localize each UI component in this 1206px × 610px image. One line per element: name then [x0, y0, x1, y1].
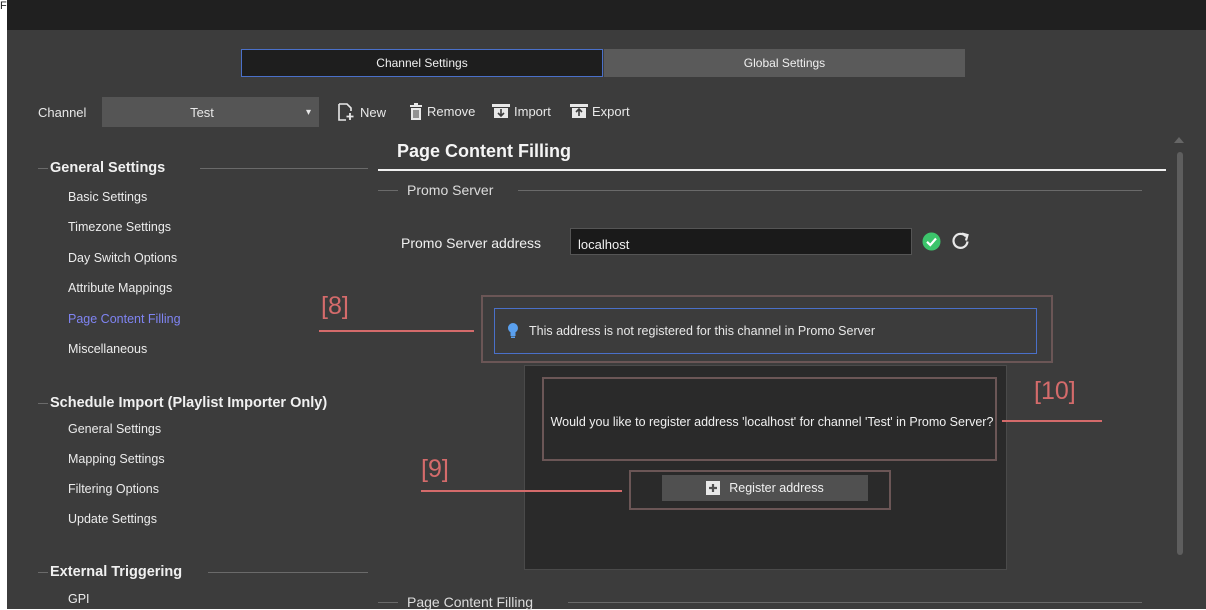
annotation-pointer-line: [1002, 420, 1102, 422]
lightbulb-icon: [507, 322, 519, 341]
import-label: Import: [514, 103, 551, 119]
sidebar-item-general-settings[interactable]: General Settings: [68, 422, 161, 436]
section-label-page-content-filling: Page Content Filling: [407, 594, 534, 610]
annotation-label-10: [10]: [1034, 377, 1076, 405]
sidebar-item-gpi[interactable]: GPI: [68, 592, 90, 606]
sidebar-item-basic-settings[interactable]: Basic Settings: [68, 190, 147, 204]
tab-global-settings[interactable]: Global Settings: [604, 49, 965, 77]
section-label-promo-server: Promo Server: [407, 182, 494, 198]
refresh-icon[interactable]: [950, 231, 971, 257]
annotation-label-8: [8]: [321, 292, 349, 320]
check-circle-icon: [922, 232, 941, 256]
section-divider: [518, 190, 1142, 191]
plus-square-icon: [706, 481, 721, 495]
register-address-label: Register address: [729, 481, 824, 495]
new-file-icon: [338, 103, 354, 121]
scrollbar-thumb[interactable]: [1177, 152, 1183, 555]
promo-server-address-input[interactable]: [570, 228, 912, 255]
section-divider: [568, 602, 1142, 603]
new-label: New: [360, 104, 387, 120]
channel-label: Channel: [38, 105, 87, 120]
group-divider: [38, 403, 48, 404]
trash-icon: [410, 103, 422, 120]
annotation-pointer-line: [319, 330, 474, 332]
info-message-box: This address is not registered for this …: [494, 308, 1037, 354]
scroll-up-arrow-icon[interactable]: [1174, 137, 1184, 143]
group-divider: [38, 572, 48, 573]
title-divider: [378, 169, 1166, 171]
remove-label: Remove: [427, 104, 476, 119]
tab-channel-settings[interactable]: Channel Settings: [241, 49, 603, 77]
sidebar-item-mapping-settings[interactable]: Mapping Settings: [68, 452, 165, 466]
remove-button[interactable]: Remove: [409, 103, 475, 120]
sidebar-item-update-settings[interactable]: Update Settings: [68, 512, 157, 526]
import-icon: [492, 104, 510, 118]
sidebar-item-day-switch-options[interactable]: Day Switch Options: [68, 251, 177, 265]
annotation-pointer-line: [421, 490, 622, 492]
section-divider: [378, 190, 398, 191]
group-title-external-triggering: External Triggering: [50, 564, 183, 580]
new-button[interactable]: New: [337, 103, 386, 121]
sidebar-item-timezone-settings[interactable]: Timezone Settings: [68, 220, 171, 234]
export-button[interactable]: Export: [570, 103, 630, 119]
export-label: Export: [592, 103, 630, 119]
select-arrows-icon: ▾: [305, 106, 311, 118]
group-title-schedule-import: Schedule Import (Playlist Importer Only): [50, 395, 328, 411]
sidebar-item-attribute-mappings[interactable]: Attribute Mappings: [68, 281, 172, 295]
export-icon: [570, 104, 588, 118]
sidebar-item-filtering-options[interactable]: Filtering Options: [68, 482, 159, 496]
register-address-button[interactable]: Register address: [662, 475, 868, 501]
group-divider: [200, 168, 368, 169]
group-title-general: General Settings: [50, 160, 166, 176]
channel-select-value: Test: [190, 104, 214, 120]
import-button[interactable]: Import: [492, 103, 551, 119]
annotation-label-9: [9]: [421, 455, 449, 483]
sidebar-item-miscellaneous[interactable]: Miscellaneous: [68, 342, 147, 356]
channel-select[interactable]: Test ▾: [102, 97, 319, 127]
section-divider: [378, 602, 398, 603]
title-bar: [7, 0, 1206, 30]
promo-server-address-label: Promo Server address: [401, 235, 542, 251]
page-title: Page Content Filling: [397, 141, 571, 161]
register-prompt-text: Would you like to register address 'loca…: [550, 415, 994, 429]
group-divider: [208, 572, 368, 573]
info-message-text: This address is not registered for this …: [529, 324, 875, 338]
sidebar-item-page-content-filling[interactable]: Page Content Filling: [68, 312, 181, 326]
group-divider: [38, 168, 48, 169]
